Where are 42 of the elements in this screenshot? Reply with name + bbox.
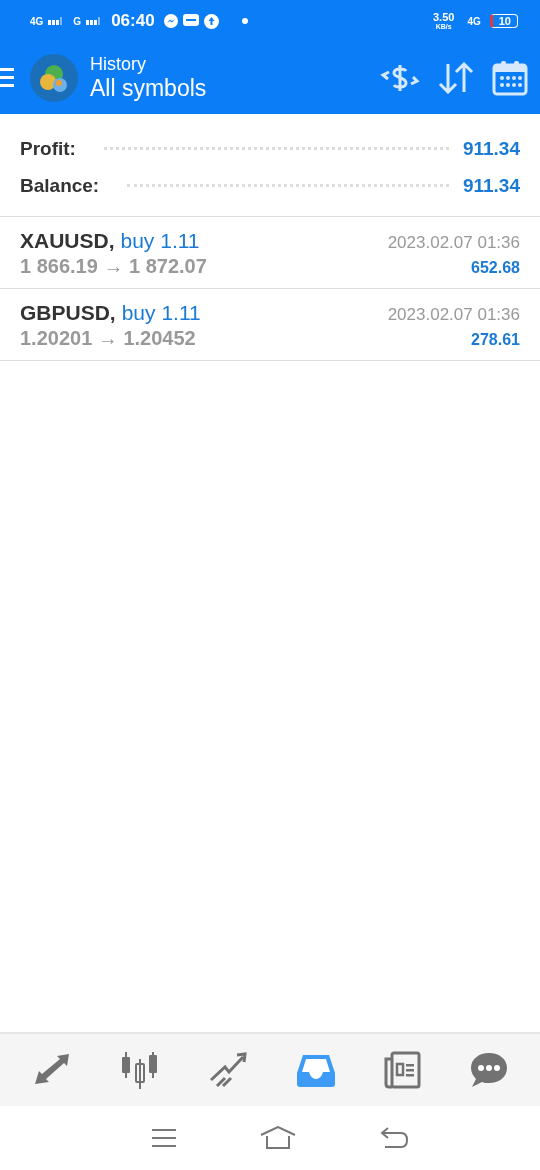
trade-row[interactable]: XAUUSD, buy 1.11 1 866.19 → 1 872.07 2023.02.07 01:36 652.68 — [0, 217, 540, 289]
battery-icon: 10 — [489, 14, 518, 28]
chat-app-icon — [182, 14, 199, 28]
network-label: G — [73, 15, 82, 27]
summary-label: Profit: — [20, 137, 76, 160]
trade-time: 2023.02.07 01:36 — [387, 305, 520, 325]
trade-time: 2023.02.07 01:36 — [387, 233, 520, 253]
trade-prices: 1.20201 → 1.20452 — [20, 327, 197, 350]
trade-prices: 1 866.19 → 1 872.07 — [20, 255, 207, 278]
trade-row[interactable]: GBPUSD, buy 1.11 1.20201 → 1.20452 2023.02.07 01:36 278.61 — [0, 289, 540, 361]
upload-icon — [203, 13, 219, 29]
recent-apps-icon[interactable] — [151, 1128, 178, 1148]
network-speed: 3.50 — [433, 12, 455, 23]
app-logo-icon — [30, 54, 78, 102]
clock: 06:40 — [111, 11, 155, 31]
trade-profit: 278.61 — [471, 331, 520, 349]
menu-icon[interactable] — [0, 66, 14, 90]
network-label: 4G — [30, 15, 44, 27]
home-icon[interactable] — [260, 1126, 296, 1150]
messenger-icon — [163, 14, 178, 28]
symbol-filter[interactable]: All symbols — [90, 75, 207, 102]
summary-value: 911.34 — [462, 137, 520, 160]
signal-icon — [86, 17, 101, 25]
network-label: 4G — [467, 15, 481, 27]
history-tab[interactable] — [297, 1053, 336, 1087]
trade-direction: buy 1.11 — [120, 229, 200, 253]
summary-label: Balance: — [20, 174, 100, 197]
sort-icon[interactable] — [436, 62, 476, 94]
calendar-icon[interactable] — [492, 60, 528, 96]
news-tab[interactable] — [383, 1051, 422, 1089]
back-icon[interactable] — [378, 1127, 409, 1149]
currency-exchange-icon[interactable] — [380, 62, 420, 94]
trade-symbol: XAUUSD, — [20, 229, 115, 253]
screen-title: History — [90, 54, 147, 76]
trade-profit: 652.68 — [471, 259, 520, 277]
notification-dot-icon — [241, 18, 248, 24]
signal-icon — [48, 17, 63, 25]
chat-tab[interactable] — [469, 1052, 508, 1088]
trade-tab[interactable] — [208, 1052, 249, 1088]
trade-symbol: GBPUSD, — [20, 301, 116, 325]
trade-direction: buy 1.11 — [121, 301, 201, 325]
summary-value: 911.34 — [462, 174, 520, 197]
